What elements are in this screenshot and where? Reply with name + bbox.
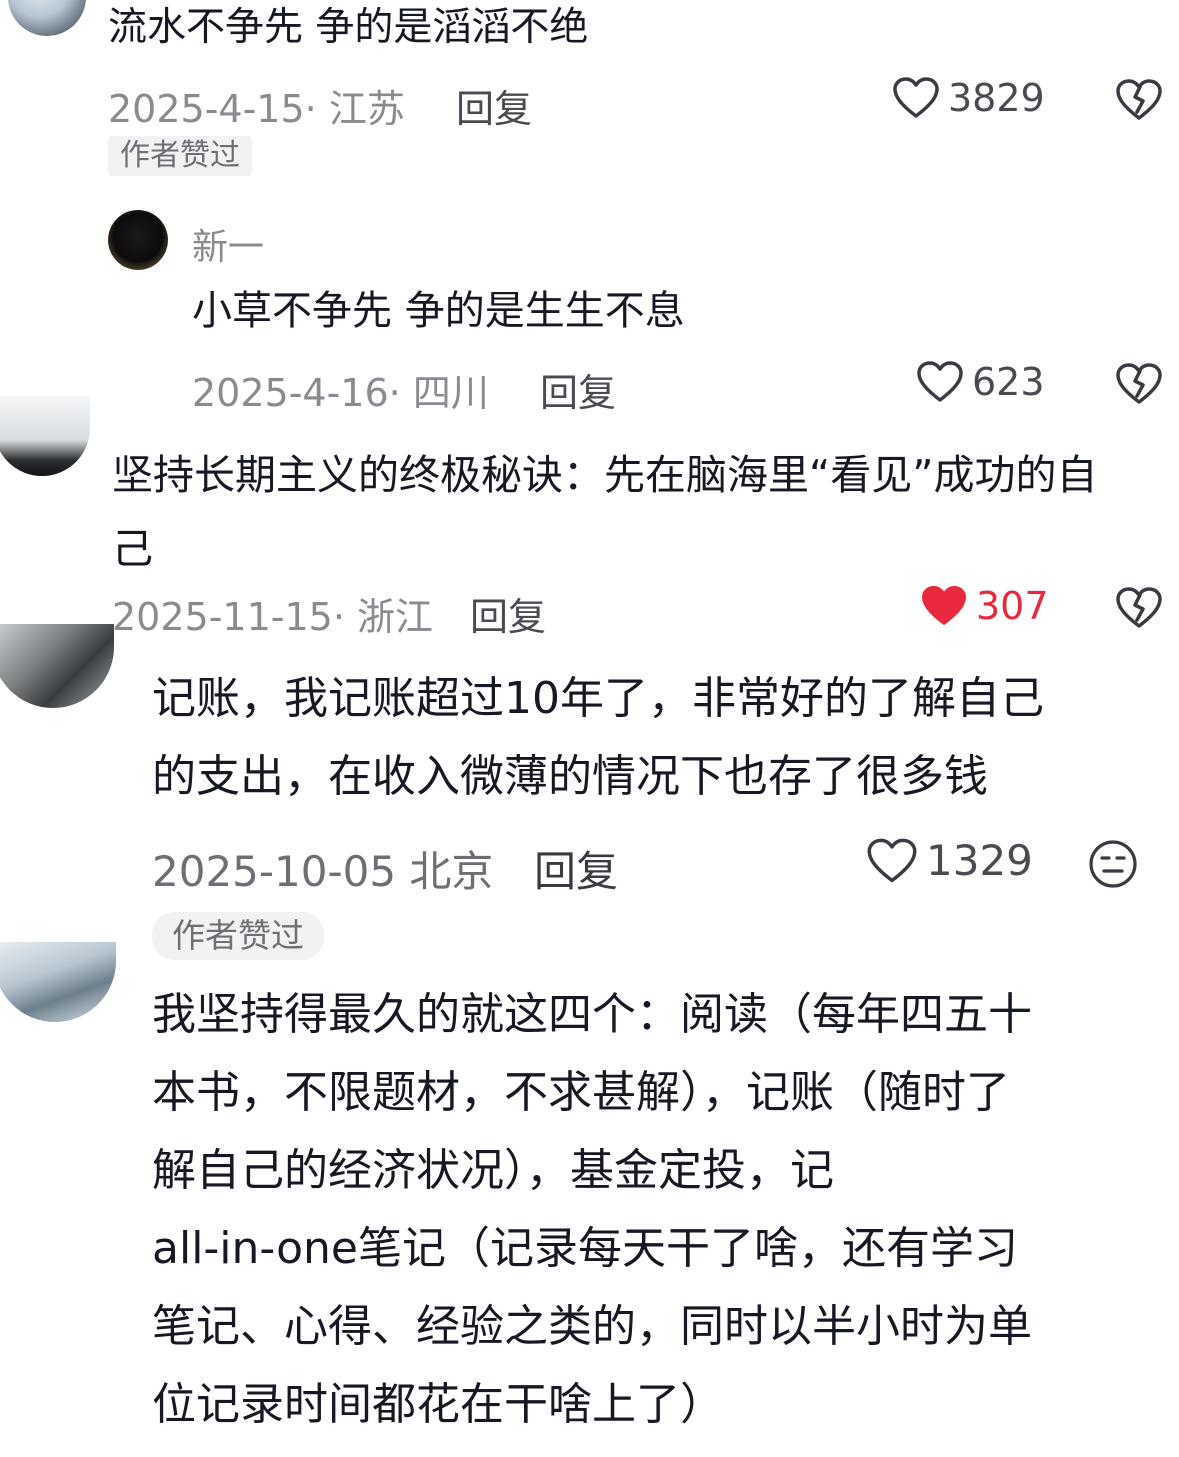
reply-button[interactable]: 回复 [456, 78, 532, 133]
author-liked-badge: 作者赞过 [108, 136, 252, 176]
comment-meta: 2025-4-15· 江苏 [108, 87, 405, 131]
comment-text-line: 笔记、心得、经验之类的，同时以半小时为单 [152, 1301, 1032, 1352]
comment-text-line: 的支出，在收入微薄的情况下也存了很多钱 [152, 751, 988, 802]
comment-text-line: 我坚持得最久的就这四个：阅读（每年四五十 [152, 989, 1032, 1040]
comment-text-line: 本书，不限题材，不求甚解），记账（随时了 [152, 1067, 1010, 1118]
avatar[interactable] [0, 624, 114, 708]
neutral-reaction-button[interactable] [1087, 838, 1139, 894]
comment-text-line: 位记录时间都花在干啥上了） [152, 1379, 724, 1430]
like-count: 1329 [926, 836, 1033, 885]
like-button[interactable]: 307 [920, 584, 1049, 628]
avatar[interactable] [0, 396, 90, 476]
heart-outline-icon [866, 837, 918, 885]
reply-meta: 2025-4-16· 四川 [192, 371, 489, 415]
neutral-face-icon [1087, 840, 1139, 894]
like-button[interactable]: 1329 [866, 836, 1033, 885]
comment-meta: 2025-10-05 北京 [152, 847, 494, 896]
like-count: 623 [972, 360, 1045, 404]
avatar[interactable] [8, 0, 86, 36]
broken-heart-icon [1115, 363, 1163, 410]
comment-text-line: 解自己的经济状况），基金定投，记 [152, 1145, 834, 1196]
like-count: 307 [976, 584, 1049, 628]
heart-outline-icon [916, 360, 964, 404]
reply-text: 小草不争先 争的是生生不息 [192, 288, 685, 334]
dislike-button[interactable] [1115, 586, 1163, 634]
like-button[interactable]: 623 [916, 360, 1045, 404]
reply-avatar[interactable] [108, 210, 168, 270]
like-button[interactable]: 3829 [892, 76, 1045, 120]
comment-text: 我坚持得最久的就这四个：阅读（每年四五十 本书，不限题材，不求甚解），记账（随时… [152, 976, 1032, 1444]
comment-text: 记账，我记账超过10年了，非常好的了解自己 的支出，在收入微薄的情况下也存了很多… [152, 660, 1044, 816]
reply-username[interactable]: 新一 [192, 218, 264, 270]
comment-text-line: 记账，我记账超过10年了，非常好的了解自己 [152, 673, 1044, 724]
broken-heart-icon [1115, 79, 1163, 126]
like-count: 3829 [948, 76, 1045, 120]
heart-filled-icon [920, 584, 968, 628]
comment-text-line: 坚持长期主义的终极秘诀：先在脑海里“看见”成功的自 [112, 451, 1098, 499]
dislike-button[interactable] [1115, 78, 1163, 126]
reply-button[interactable]: 回复 [534, 838, 618, 899]
broken-heart-icon [1115, 587, 1163, 634]
reply-button[interactable]: 回复 [470, 586, 546, 641]
comment-meta: 2025-11-15· 浙江 [112, 595, 433, 639]
dislike-button[interactable] [1115, 362, 1163, 410]
comment-text-line: 己 [112, 525, 153, 573]
reply-button[interactable]: 回复 [540, 362, 616, 417]
author-liked-badge: 作者赞过 [152, 912, 324, 960]
avatar[interactable] [0, 942, 116, 1022]
comment-text: 流水不争先 争的是滔滔不绝 [108, 5, 589, 50]
comment-text-line: all-in-one笔记（记录每天干了啥，还有学习 [152, 1223, 1018, 1274]
heart-outline-icon [892, 76, 940, 120]
comment-text: 坚持长期主义的终极秘诀：先在脑海里“看见”成功的自 己 [112, 438, 1097, 586]
